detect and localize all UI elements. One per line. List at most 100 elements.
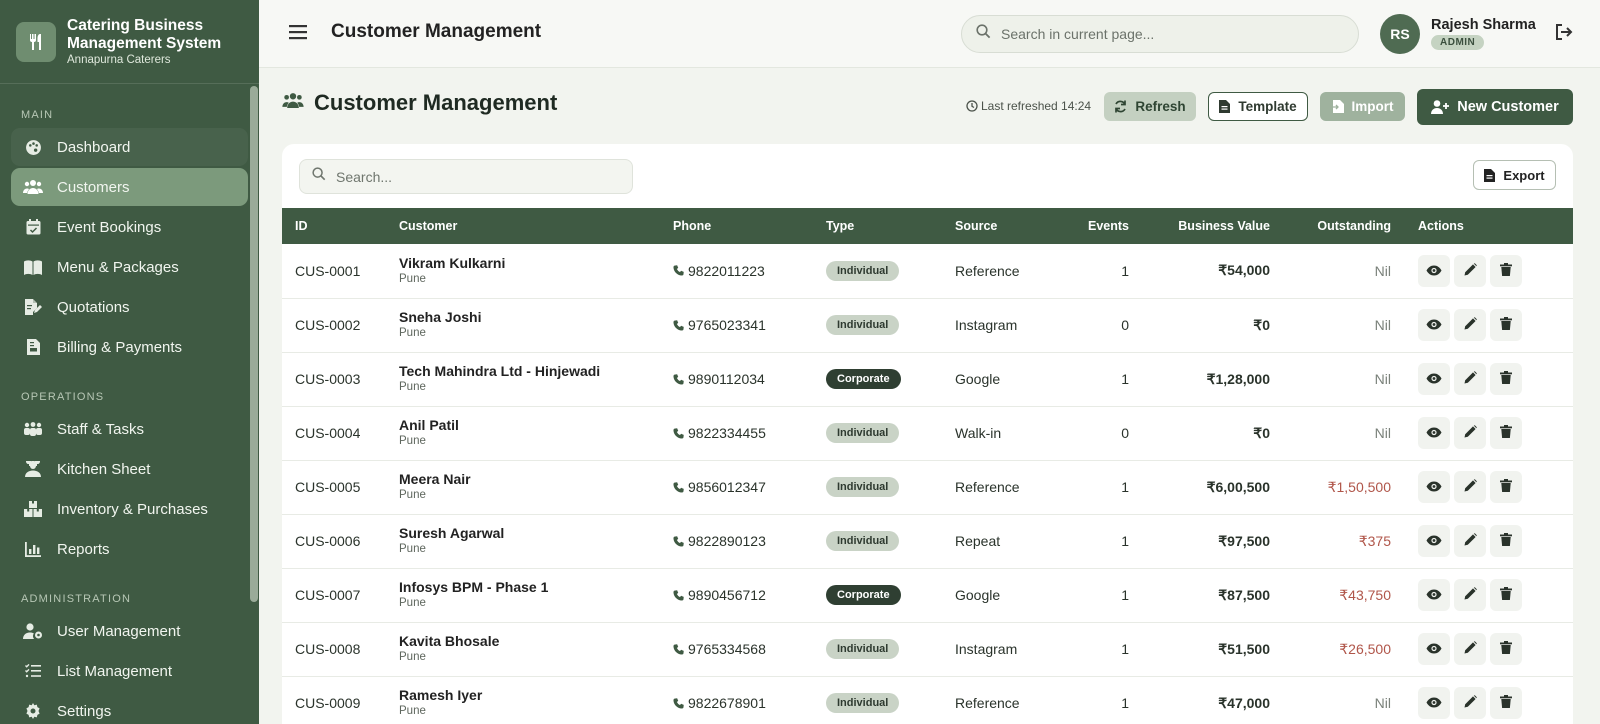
sidebar-scrollbar[interactable] (249, 84, 258, 724)
customer-name[interactable]: Anil Patil (399, 417, 673, 434)
sidebar-item-label: Reports (57, 540, 110, 558)
delete-button[interactable] (1490, 633, 1522, 665)
edit-button[interactable] (1454, 417, 1486, 449)
sidebar-item-user-management[interactable]: User Management (11, 612, 248, 650)
customer-name[interactable]: Ramesh Iyer (399, 687, 673, 704)
table-row[interactable]: CUS-0008 Kavita Bhosale Pune 9765334568 … (282, 622, 1573, 676)
table-row[interactable]: CUS-0003 Tech Mahindra Ltd - Hinjewadi P… (282, 352, 1573, 406)
export-label: Export (1503, 167, 1545, 183)
delete-button[interactable] (1490, 254, 1522, 287)
view-button[interactable] (1418, 417, 1450, 449)
table-row[interactable]: CUS-0001 Vikram Kulkarni Pune 9822011223… (282, 244, 1573, 298)
view-button[interactable] (1418, 309, 1450, 341)
customer-phone[interactable]: 9856012347 (688, 479, 766, 495)
customer-name[interactable]: Vikram Kulkarni (399, 255, 673, 272)
customer-phone[interactable]: 9765023341 (688, 317, 766, 333)
phone-cell: 9856012347 (673, 460, 826, 514)
table-row[interactable]: CUS-0007 Infosys BPM - Phase 1 Pune 9890… (282, 568, 1573, 622)
edit-button[interactable] (1454, 471, 1486, 503)
template-button[interactable]: Template (1208, 92, 1308, 121)
actions-cell (1391, 406, 1573, 460)
customer-phone[interactable]: 9822678901 (688, 695, 766, 711)
new-customer-button[interactable]: New Customer (1417, 89, 1573, 125)
sidebar-item-quotations[interactable]: Quotations (11, 288, 248, 326)
customer-phone[interactable]: 9822890123 (688, 533, 766, 549)
column-header-source[interactable]: Source (955, 208, 1051, 244)
column-header-type[interactable]: Type (826, 208, 955, 244)
customer-id: CUS-0008 (295, 641, 361, 657)
table-row[interactable]: CUS-0006 Suresh Agarwal Pune 9822890123 … (282, 514, 1573, 568)
customer-city: Pune (399, 651, 426, 663)
column-header-business-value[interactable]: Business Value (1129, 208, 1270, 244)
sidebar-item-billing-payments[interactable]: Billing & Payments (11, 328, 248, 366)
customer-phone[interactable]: 9890112034 (688, 371, 765, 387)
customer-name[interactable]: Suresh Agarwal (399, 525, 673, 542)
sidebar-item-list-management[interactable]: List Management (11, 652, 248, 690)
view-button[interactable] (1418, 633, 1450, 665)
sidebar-scrollbar-thumb[interactable] (250, 86, 258, 602)
delete-button[interactable] (1490, 309, 1522, 341)
sidebar-item-settings[interactable]: Settings (11, 692, 248, 724)
view-button[interactable] (1418, 525, 1450, 557)
customer-name[interactable]: Meera Nair (399, 471, 673, 488)
customer-phone[interactable]: 9890456712 (688, 587, 766, 603)
delete-button[interactable] (1490, 525, 1522, 557)
table-row[interactable]: CUS-0005 Meera Nair Pune 9856012347 Indi… (282, 460, 1573, 514)
edit-button[interactable] (1454, 579, 1486, 611)
hamburger-menu-icon[interactable] (289, 24, 309, 44)
customer-name[interactable]: Infosys BPM - Phase 1 (399, 579, 673, 596)
pencil-icon (1464, 262, 1477, 279)
customer-name[interactable]: Kavita Bhosale (399, 633, 673, 650)
delete-button[interactable] (1490, 363, 1522, 395)
delete-button[interactable] (1490, 471, 1522, 503)
edit-button[interactable] (1454, 309, 1486, 341)
table-row[interactable]: CUS-0009 Ramesh Iyer Pune 9822678901 Ind… (282, 676, 1573, 724)
sidebar-item-reports[interactable]: Reports (11, 530, 248, 568)
sidebar-item-event-bookings[interactable]: Event Bookings (11, 208, 248, 246)
page-title: Customer Management (314, 90, 558, 115)
customer-name[interactable]: Tech Mahindra Ltd - Hinjewadi (399, 363, 673, 380)
sidebar-item-inventory-purchases[interactable]: Inventory & Purchases (11, 490, 248, 528)
sidebar-item-staff-tasks[interactable]: Staff & Tasks (11, 410, 248, 448)
sidebar: Catering Business Management System Anna… (0, 0, 259, 724)
table-row[interactable]: CUS-0002 Sneha Joshi Pune 9765023341 Ind… (282, 298, 1573, 352)
customer-phone[interactable]: 9765334568 (688, 641, 766, 657)
delete-button[interactable] (1490, 687, 1522, 719)
view-button[interactable] (1418, 254, 1450, 287)
refresh-button[interactable]: Refresh (1104, 92, 1196, 121)
column-header-customer[interactable]: Customer (399, 208, 673, 244)
nav-section-operations: OPERATIONS (21, 391, 105, 403)
table-search-input[interactable] (336, 168, 626, 185)
avatar[interactable]: RS (1380, 14, 1420, 54)
eye-icon (1426, 533, 1442, 549)
export-button[interactable]: Export (1473, 160, 1556, 190)
view-button[interactable] (1418, 579, 1450, 611)
edit-button[interactable] (1454, 687, 1486, 719)
customer-phone[interactable]: 9822011223 (688, 263, 765, 279)
column-header-events[interactable]: Events (1051, 208, 1129, 244)
refresh-label: Refresh (1135, 99, 1186, 114)
delete-button[interactable] (1490, 417, 1522, 449)
view-button[interactable] (1418, 471, 1450, 503)
sidebar-item-kitchen-sheet[interactable]: Kitchen Sheet (11, 450, 248, 488)
import-button[interactable]: Import (1320, 92, 1405, 121)
logout-icon[interactable] (1555, 24, 1575, 44)
column-header-phone[interactable]: Phone (673, 208, 826, 244)
edit-button[interactable] (1454, 525, 1486, 557)
edit-button[interactable] (1454, 254, 1486, 287)
column-header-id[interactable]: ID (282, 208, 399, 244)
edit-button[interactable] (1454, 633, 1486, 665)
customer-name[interactable]: Sneha Joshi (399, 309, 673, 326)
column-header-outstanding[interactable]: Outstanding (1270, 208, 1391, 244)
view-button[interactable] (1418, 687, 1450, 719)
nav-section-main: MAIN (21, 109, 54, 121)
delete-button[interactable] (1490, 579, 1522, 611)
global-search-input[interactable] (1001, 26, 1341, 42)
table-row[interactable]: CUS-0004 Anil Patil Pune 9822334455 Indi… (282, 406, 1573, 460)
customer-phone[interactable]: 9822334455 (688, 425, 766, 441)
sidebar-item-menu-packages[interactable]: Menu & Packages (11, 248, 248, 286)
sidebar-item-customers[interactable]: Customers (11, 168, 248, 206)
view-button[interactable] (1418, 363, 1450, 395)
edit-button[interactable] (1454, 363, 1486, 395)
sidebar-item-dashboard[interactable]: Dashboard (11, 128, 248, 166)
